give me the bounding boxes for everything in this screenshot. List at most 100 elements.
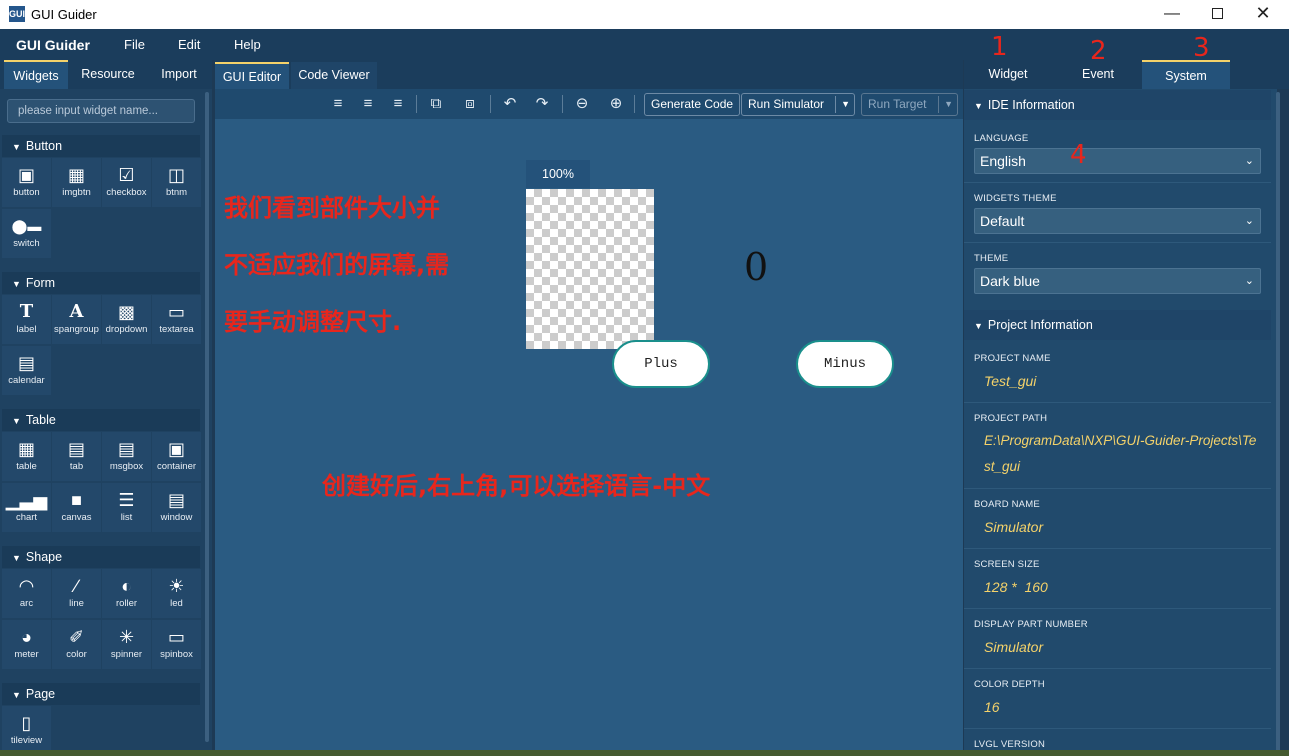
menu-help[interactable]: Help [234,37,261,52]
toolbar-divider [416,95,417,113]
redo-icon[interactable]: ↷ [531,94,553,114]
imgbtn-icon: ▦ [67,165,85,185]
widget-window[interactable]: ▤ window [152,483,201,532]
widget-tileview[interactable]: ▯ tileview [2,706,51,750]
tab-icon: ▤ [67,439,85,459]
menu-file[interactable]: File [124,37,145,52]
annotation-text-2: 不适应我们的屏幕,需 [224,251,450,279]
theme-select[interactable]: Dark blue ⌄ [974,268,1261,294]
annotation-text-3: 要手动调整尺寸. [224,308,402,336]
widget-checkbox[interactable]: ☑ checkbox [102,158,151,207]
section-shape[interactable]: ▼ Shape [2,546,200,568]
title-bar: GUI GUI Guider — ✕ [0,0,1289,29]
widgets-theme-select[interactable]: Default ⌄ [974,208,1261,234]
line-icon: ∕ [74,576,78,596]
widget-dropdown[interactable]: ▩ dropdown [102,295,151,344]
widget-label[interactable]: Tlabel [2,295,51,344]
zoom-label: 100% [526,160,590,188]
zoom-in-icon[interactable]: ⊕ [605,94,627,114]
align-left-icon[interactable]: ≡ [327,94,349,114]
menu-edit[interactable]: Edit [178,37,200,52]
widget-calendar[interactable]: ▤ calendar [2,346,51,395]
collapse-arrow-icon: ▼ [974,321,983,331]
section-table[interactable]: ▼ Table [2,409,200,431]
widget-textarea[interactable]: ▭ textarea [152,295,201,344]
widget-spinner[interactable]: ✳ spinner [102,620,151,669]
widget-meter[interactable]: ◕ meter [2,620,51,669]
align-center-icon[interactable]: ≡ [357,94,379,114]
run-target-button[interactable]: Run Target ▼ [861,93,958,116]
toolbar-divider [634,95,635,113]
minus-button[interactable]: Minus [796,340,894,388]
maximize-icon[interactable] [1194,0,1240,29]
widget-roller[interactable]: ◐ roller [102,569,151,618]
section-form[interactable]: ▼ Form [2,272,200,294]
color-depth-label: COLOR DEPTH [974,679,1045,690]
chevron-down-icon[interactable]: ▼ [944,94,953,115]
close-icon[interactable]: ✕ [1240,0,1286,29]
left-scrollbar[interactable] [205,92,209,742]
section-shape-title: Shape [25,550,63,564]
widget-spangroup[interactable]: Aspangroup [52,295,101,344]
widget-canvas[interactable]: ■ canvas [52,483,101,532]
color-icon: ✐ [68,627,85,647]
arc-icon: ◠ [18,576,35,596]
widget-tab[interactable]: ▤ tab [52,432,101,481]
widget-container[interactable]: ▣ container [152,432,201,481]
tab-import[interactable]: Import [150,60,208,89]
generate-code-button[interactable]: Generate Code [644,93,741,116]
undo-icon[interactable]: ↶ [499,94,521,114]
plus-button[interactable]: Plus [612,340,710,388]
send-back-icon[interactable]: ⧈ [459,94,481,114]
container-icon: ▣ [167,439,185,459]
marker-4: 4 [1070,140,1087,170]
display-part-label: DISPLAY PART NUMBER [974,619,1088,630]
divider [964,608,1271,609]
align-right-icon[interactable]: ≡ [387,94,409,114]
counter-label[interactable]: 0 [744,245,768,289]
widget-spinbox[interactable]: ▭ spinbox [152,620,201,669]
tab-system[interactable]: System [1142,60,1230,89]
section-page[interactable]: ▼ Page [2,683,200,705]
chevron-down-icon[interactable]: ▼ [841,94,850,115]
widget-imgbtn[interactable]: ▦ imgbtn [52,158,101,207]
widget-line[interactable]: ∕ line [52,569,101,618]
divider [964,548,1271,549]
spinbox-icon: ▭ [167,627,185,647]
widget-chart[interactable]: ▁▃▅ chart [2,483,51,532]
widget-search-input[interactable]: please input widget name... [7,99,195,123]
led-icon: ☀ [168,576,185,596]
language-select[interactable]: English ⌄ [974,148,1261,174]
right-scrollbar[interactable] [1276,92,1280,752]
tab-code-viewer[interactable]: Code Viewer [291,62,377,89]
project-name-value: Test_gui [984,373,1037,389]
switch-icon: ⬤▬ [11,218,42,234]
tab-resource[interactable]: Resource [74,60,142,89]
section-project-information[interactable]: ▼ Project Information [964,310,1271,340]
widget-btnm[interactable]: ◫ btnm [152,158,201,207]
bring-front-icon[interactable]: ⧉ [425,94,447,114]
device-screen[interactable] [526,189,654,349]
zoom-out-icon[interactable]: ⊖ [571,94,593,114]
section-ide-information[interactable]: ▼ IDE Information [964,90,1271,120]
widget-button[interactable]: ▣ button [2,158,51,207]
msgbox-icon: ▤ [117,439,135,459]
tab-widget[interactable]: Widget [964,60,1052,89]
window-title: GUI Guider [31,7,97,22]
widget-msgbox[interactable]: ▤ msgbox [102,432,151,481]
widget-table[interactable]: ▦ table [2,432,51,481]
chevron-down-icon: ⌄ [1244,155,1254,167]
section-form-title: Form [25,276,56,290]
widget-list[interactable]: ☰ list [102,483,151,532]
minimize-icon[interactable]: — [1149,0,1195,29]
chevron-down-icon: ⌄ [1244,215,1254,227]
widget-switch[interactable]: ⬤▬ switch [2,209,51,258]
widget-led[interactable]: ☀ led [152,569,201,618]
tab-gui-editor[interactable]: GUI Editor [215,62,289,89]
tab-widgets[interactable]: Widgets [4,60,68,89]
run-simulator-button[interactable]: Run Simulator ▼ [741,93,855,116]
widget-color[interactable]: ✐ color [52,620,101,669]
section-button[interactable]: ▼ Button [2,135,200,157]
widget-arc[interactable]: ◠ arc [2,569,51,618]
language-label: LANGUAGE [974,133,1029,144]
